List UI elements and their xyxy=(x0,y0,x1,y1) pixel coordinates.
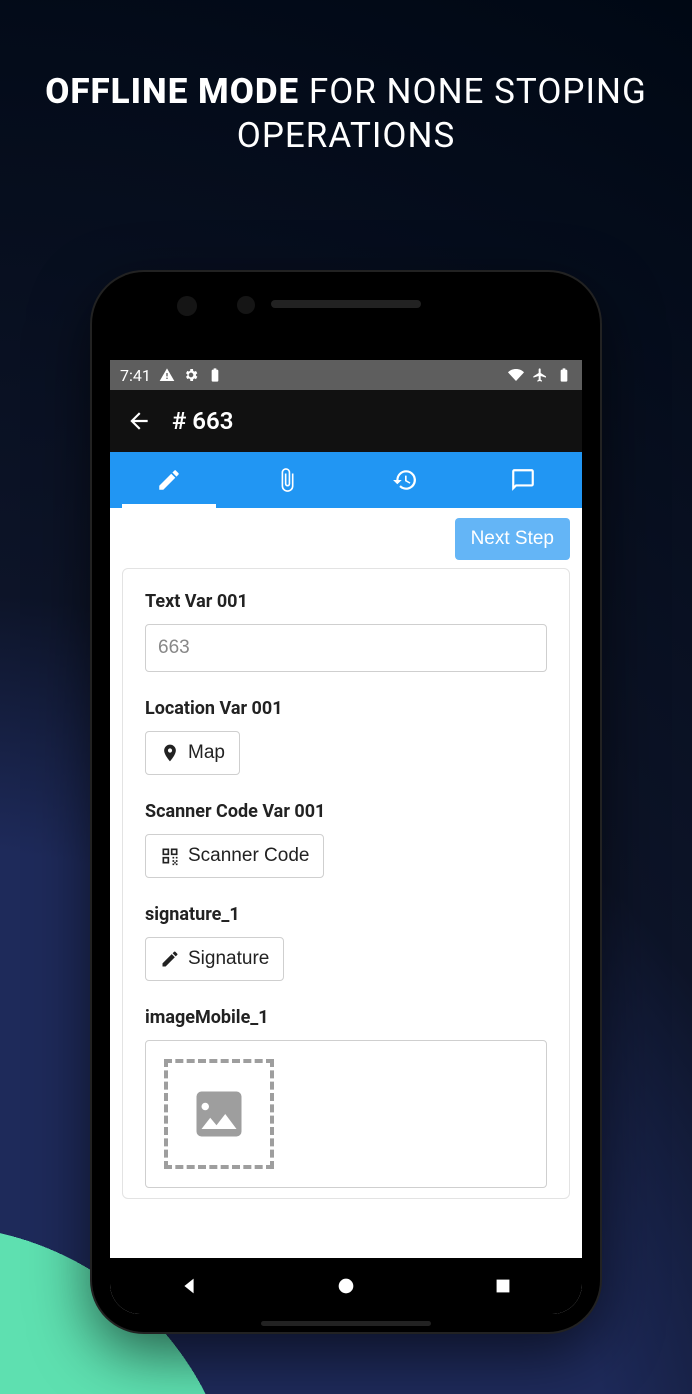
marketing-light-2: OPERATIONS xyxy=(237,115,455,156)
field-label-scanner: Scanner Code Var 001 xyxy=(145,801,547,822)
tab-edit[interactable] xyxy=(110,452,228,508)
tab-attachments[interactable] xyxy=(228,452,346,508)
android-nav-bar xyxy=(110,1258,582,1314)
phone-screen: 7:41 # 663 xyxy=(110,360,582,1314)
image-upload-zone[interactable] xyxy=(145,1040,547,1188)
signature-button-label: Signature xyxy=(188,948,269,970)
pencil-icon xyxy=(156,467,182,493)
back-arrow-icon[interactable] xyxy=(126,408,152,434)
phone-earpiece xyxy=(271,300,421,308)
phone-camera-icon xyxy=(177,296,197,316)
image-placeholder xyxy=(164,1059,274,1169)
gear-icon xyxy=(183,367,199,383)
battery-icon xyxy=(556,367,572,383)
android-status-bar: 7:41 xyxy=(110,360,582,390)
nav-back-icon[interactable] xyxy=(178,1275,200,1297)
signature-icon xyxy=(160,949,180,969)
field-label-location: Location Var 001 xyxy=(145,698,547,719)
field-label-image: imageMobile_1 xyxy=(145,1007,547,1028)
phone-frame: 7:41 # 663 xyxy=(92,272,600,1332)
tab-bar xyxy=(110,452,582,508)
warning-icon xyxy=(159,367,175,383)
scanner-code-button[interactable]: Scanner Code xyxy=(145,834,324,878)
next-step-button[interactable]: Next Step xyxy=(455,518,570,560)
airplane-icon xyxy=(532,367,548,383)
chat-icon xyxy=(510,467,536,493)
wifi-icon xyxy=(508,367,524,383)
marketing-bold: OFFLINE MODE xyxy=(45,71,299,112)
paperclip-icon xyxy=(274,467,300,493)
status-time: 7:41 xyxy=(120,366,151,385)
form-card: Text Var 001 Location Var 001 Map Scanne… xyxy=(122,568,570,1199)
nav-home-icon[interactable] xyxy=(335,1275,357,1297)
battery-saver-icon xyxy=(207,367,223,383)
marketing-headline: OFFLINE MODE FOR NONE STOPING OPERATIONS xyxy=(0,70,692,158)
page-title: # 663 xyxy=(172,407,233,435)
phone-sensor-icon xyxy=(237,296,255,314)
map-button[interactable]: Map xyxy=(145,731,240,775)
scanner-button-label: Scanner Code xyxy=(188,845,309,867)
tab-chat[interactable] xyxy=(464,452,582,508)
signature-button[interactable]: Signature xyxy=(145,937,284,981)
image-icon xyxy=(189,1084,249,1144)
text-var-input[interactable] xyxy=(145,624,547,672)
tab-history[interactable] xyxy=(346,452,464,508)
qr-code-icon xyxy=(160,846,180,866)
map-button-label: Map xyxy=(188,742,225,764)
field-label-text: Text Var 001 xyxy=(145,591,547,612)
app-header: # 663 xyxy=(110,390,582,452)
history-icon xyxy=(392,467,418,493)
nav-recent-icon[interactable] xyxy=(492,1275,514,1297)
gesture-bar xyxy=(261,1321,431,1326)
field-label-signature: signature_1 xyxy=(145,904,547,925)
map-pin-icon xyxy=(160,743,180,763)
form-content: Next Step Text Var 001 Location Var 001 … xyxy=(110,508,582,1258)
marketing-light-1: FOR NONE STOPING xyxy=(299,71,647,112)
